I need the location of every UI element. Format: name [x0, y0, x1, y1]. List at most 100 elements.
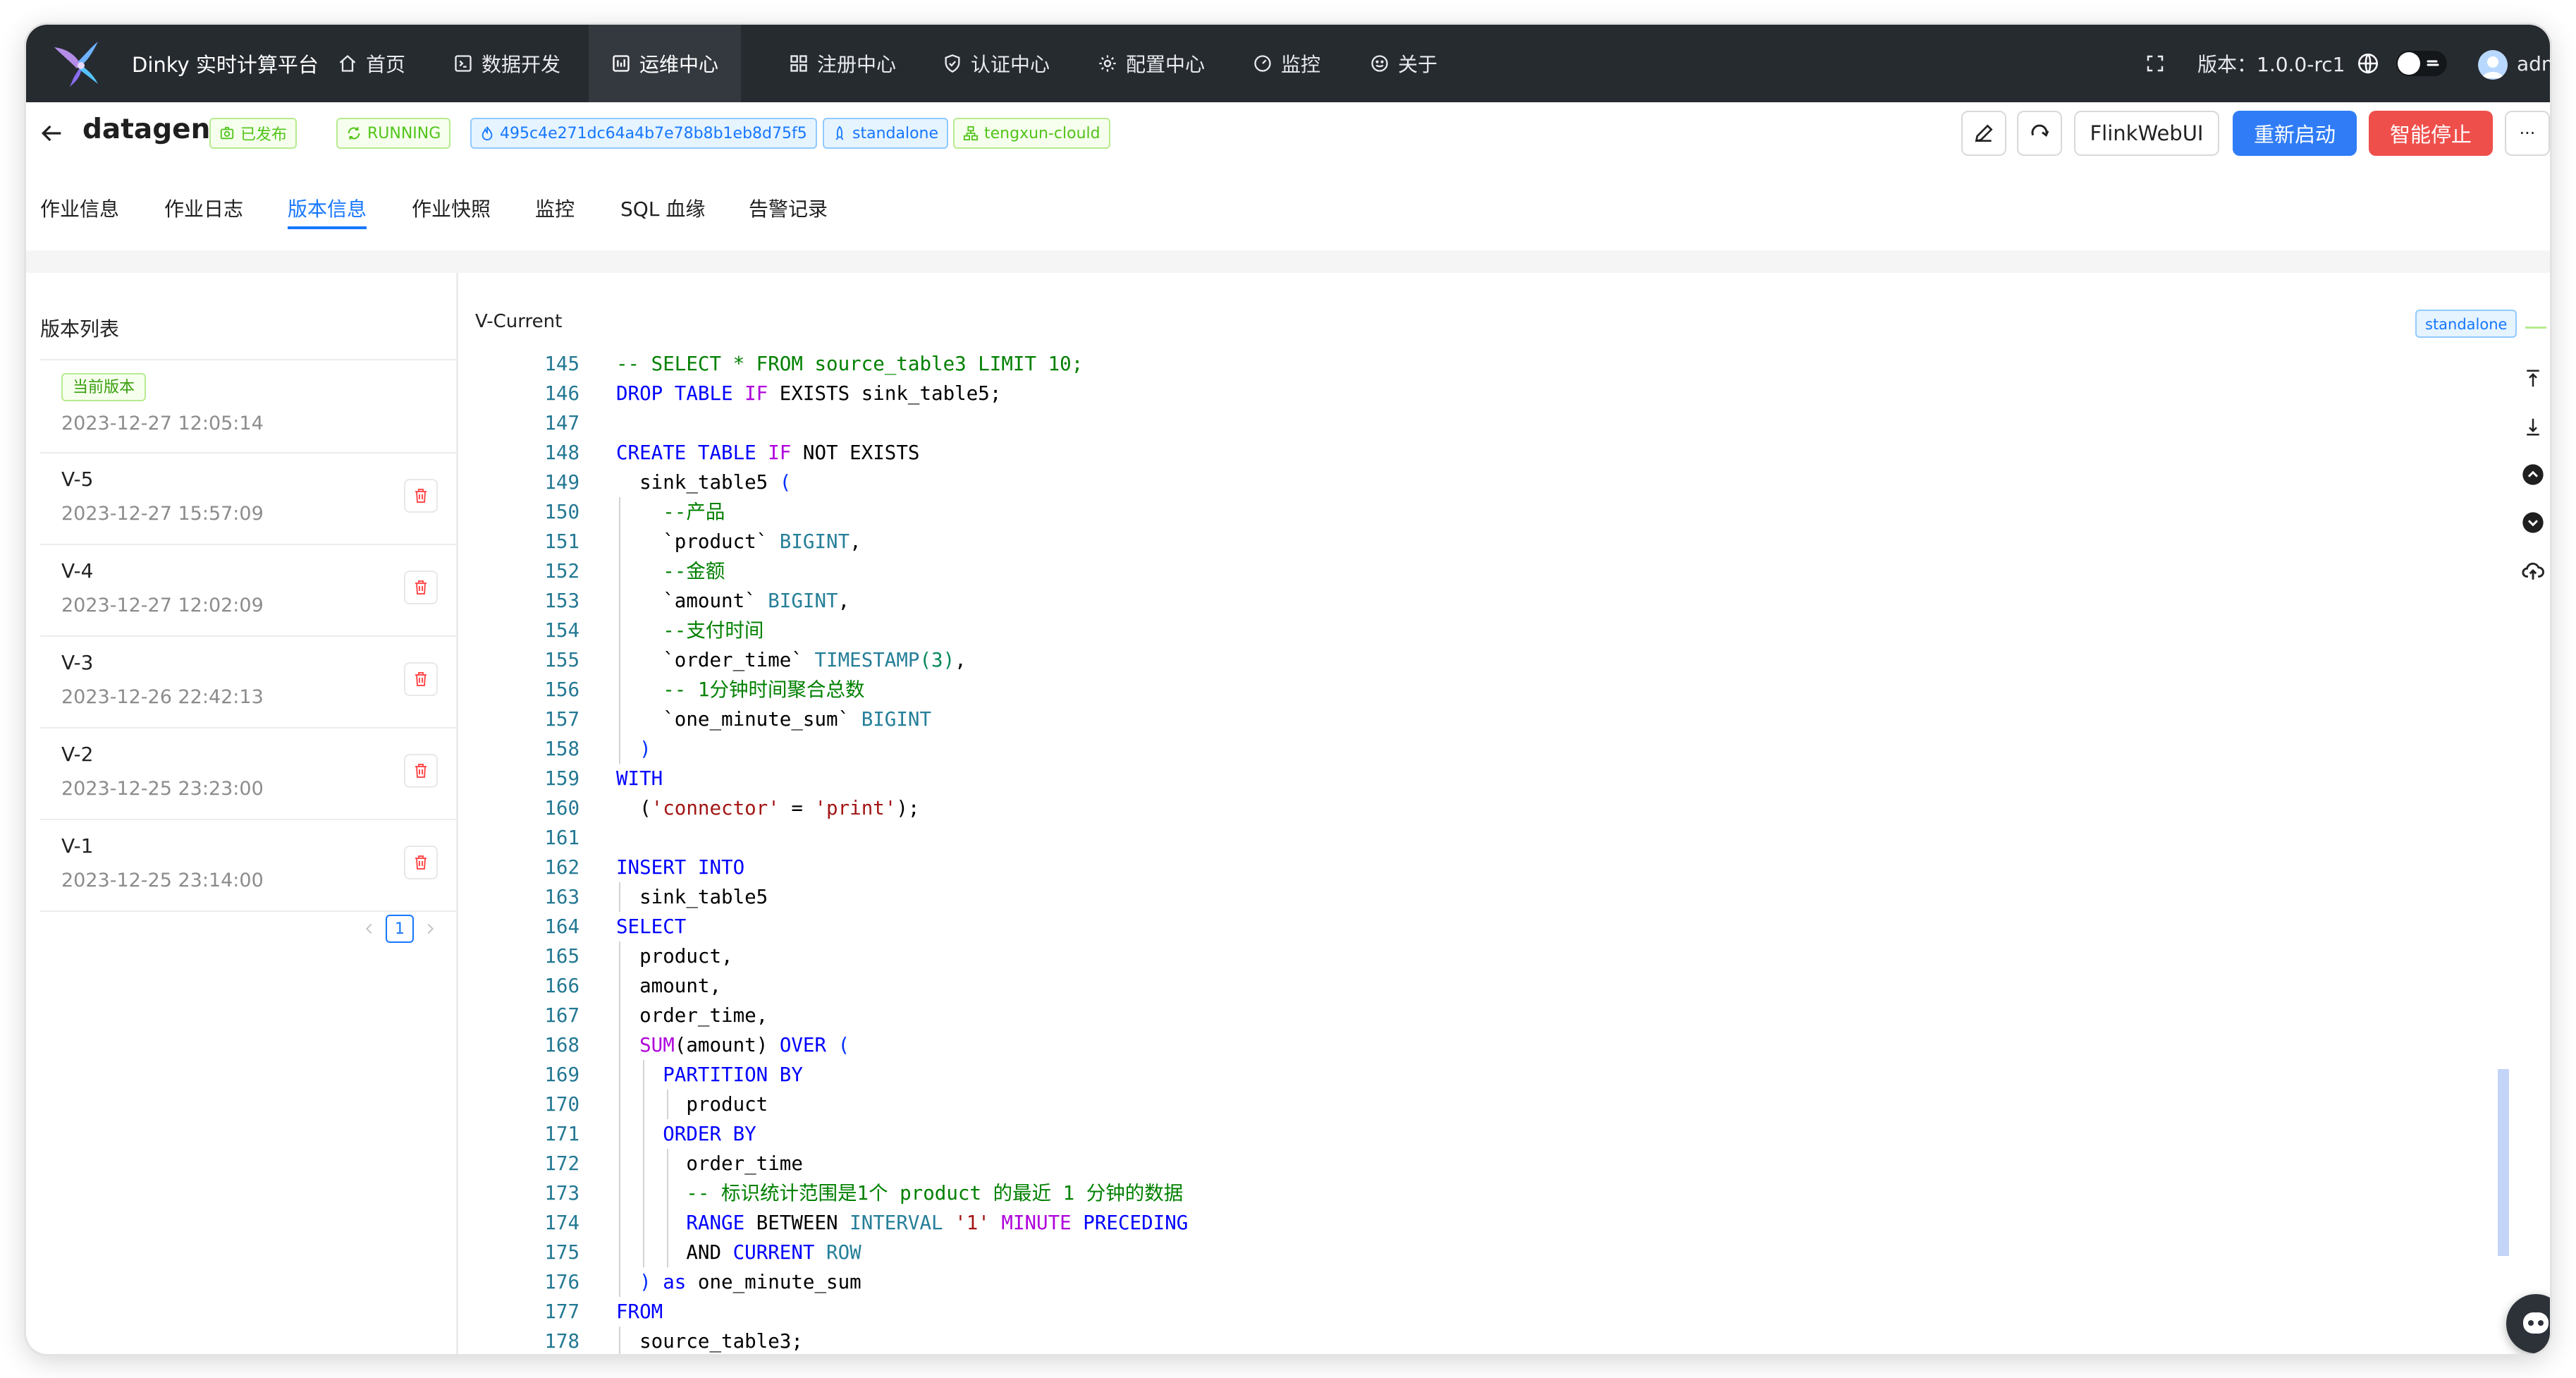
- delete-version-button[interactable]: [404, 479, 438, 513]
- refresh-button[interactable]: [2017, 111, 2062, 156]
- line-number: 158: [544, 738, 579, 760]
- version-item[interactable]: V-5 2023-12-27 15:57:09: [40, 452, 456, 545]
- line-content: ) as one_minute_sum: [616, 1267, 861, 1297]
- top-navigation-bar: Dinky 实时计算平台 首页 数据开发 运维中心 注册中心 认证中心 配置中心…: [26, 25, 2550, 102]
- code-token: --金额: [616, 560, 725, 583]
- nav-item-home[interactable]: 首页: [338, 25, 405, 102]
- code-token: (3): [919, 649, 955, 671]
- delete-version-button[interactable]: [404, 662, 438, 696]
- cloud-upload-icon: [2522, 562, 2544, 580]
- editor-scrollbar-thumb[interactable]: [2498, 1069, 2509, 1256]
- line-content: DROP TABLE IF EXISTS sink_table5;: [616, 379, 1001, 408]
- line-number: 176: [544, 1271, 579, 1293]
- version-item[interactable]: V-2 2023-12-25 23:23:00: [40, 727, 456, 820]
- code-line: 150 --产品: [475, 497, 2491, 527]
- assistant-bot-button[interactable]: [2506, 1294, 2550, 1353]
- code-token: order_time: [616, 1152, 803, 1175]
- editor-scrollbar[interactable]: [2498, 349, 2509, 1354]
- nav-item-about[interactable]: 关于: [1370, 25, 1437, 102]
- line-number: 177: [544, 1300, 579, 1323]
- restart-button[interactable]: 重新启动: [2233, 111, 2357, 156]
- code-line: 178 source_table3;: [475, 1327, 2491, 1354]
- fire-icon: [482, 126, 493, 141]
- nav-item-config-center[interactable]: 配置中心: [1098, 25, 1205, 102]
- code-editor[interactable]: 145 -- SELECT * FROM source_table3 LIMIT …: [475, 349, 2491, 1354]
- scroll-to-bottom-button[interactable]: [2520, 414, 2546, 439]
- code-line: 151 `product` BIGINT,: [475, 527, 2491, 556]
- scroll-up-button[interactable]: [2520, 462, 2546, 487]
- fullscreen-button[interactable]: [2145, 25, 2166, 102]
- code-line: 149 sink_table5 (: [475, 468, 2491, 497]
- code-token: order_time,: [616, 1004, 768, 1027]
- app-logo[interactable]: [49, 37, 104, 91]
- version-item[interactable]: V-4 2023-12-27 12:02:09: [40, 544, 456, 637]
- nav-item-auth-center[interactable]: 认证中心: [943, 25, 1050, 102]
- tab-version-info[interactable]: 版本信息: [288, 194, 367, 229]
- chevron-left-icon[interactable]: [362, 921, 377, 937]
- delete-version-button[interactable]: [404, 571, 438, 604]
- code-line: 170 product: [475, 1090, 2491, 1119]
- app-window: Dinky 实时计算平台 首页 数据开发 运维中心 注册中心 认证中心 配置中心…: [26, 25, 2550, 1354]
- code-token: `product`: [616, 530, 780, 553]
- version-title: V-Current: [475, 311, 563, 332]
- tab-sql-lineage[interactable]: SQL 血缘: [620, 194, 705, 229]
- delete-version-button[interactable]: [404, 754, 438, 788]
- line-content: SELECT: [616, 912, 686, 941]
- code-token: source_table3;: [616, 1330, 803, 1353]
- nav-label: 数据开发: [482, 53, 561, 76]
- status-badge-published: 已发布: [209, 118, 298, 149]
- delete-version-button[interactable]: [404, 846, 438, 879]
- job-id-tag[interactable]: 495c4e271dc64a4b7e78b8b1eb8d75f5: [470, 118, 817, 149]
- nav-item-data-development[interactable]: 数据开发: [453, 25, 560, 102]
- line-content: FROM: [616, 1297, 663, 1327]
- code-token: INSERT INTO: [616, 856, 745, 879]
- code-token: ,: [838, 590, 850, 612]
- line-content: -- SELECT * FROM source_table3 LIMIT 10;: [616, 349, 1083, 379]
- tab-monitor[interactable]: 监控: [535, 194, 575, 229]
- chevron-right-icon[interactable]: [422, 921, 438, 937]
- code-line: 168 SUM(amount) OVER (: [475, 1030, 2491, 1060]
- line-content: sink_table5: [616, 882, 768, 912]
- back-button[interactable]: [37, 119, 66, 147]
- flink-web-ui-button[interactable]: FlinkWebUI: [2074, 111, 2219, 156]
- smart-stop-button[interactable]: 智能停止: [2369, 111, 2493, 156]
- tab-alert-records[interactable]: 告警记录: [749, 194, 828, 229]
- nav-item-registry-center[interactable]: 注册中心: [789, 25, 896, 102]
- version-item[interactable]: V-3 2023-12-26 22:42:13: [40, 635, 456, 728]
- page-number-current[interactable]: 1: [386, 915, 414, 943]
- edit-button[interactable]: [1961, 111, 2006, 156]
- user-name[interactable]: admin: [2517, 25, 2550, 102]
- upload-button[interactable]: [2520, 558, 2546, 583]
- line-content: amount,: [616, 971, 721, 1001]
- version-item[interactable]: V-1 2023-12-25 23:14:00: [40, 819, 456, 912]
- nav-label: 配置中心: [1126, 53, 1206, 76]
- version-item-current[interactable]: 当前版本 2023-12-27 12:05:14: [40, 360, 456, 453]
- more-button[interactable]: ···: [2505, 111, 2550, 156]
- line-content: CREATE TABLE IF NOT EXISTS: [616, 438, 919, 468]
- scroll-down-button[interactable]: [2520, 510, 2546, 535]
- scroll-to-top-button[interactable]: [2520, 366, 2546, 391]
- code-line: 176 ) as one_minute_sum: [475, 1267, 2491, 1297]
- code-token: -- SELECT * FROM source_table3 LIMIT 10;: [616, 353, 1084, 375]
- code-line: 165 product,: [475, 941, 2491, 971]
- line-content: PARTITION BY: [616, 1060, 803, 1090]
- code-token: =: [779, 797, 815, 819]
- language-switch[interactable]: [2356, 25, 2380, 102]
- nav-item-monitor[interactable]: 监控: [1253, 25, 1320, 102]
- theme-toggle[interactable]: [2396, 51, 2447, 76]
- tab-job-log[interactable]: 作业日志: [164, 194, 243, 229]
- code-token: EXISTS sink_table5;: [768, 382, 1002, 405]
- nav-item-ops-center[interactable]: 运维中心: [589, 25, 742, 102]
- code-token: AND: [616, 1241, 733, 1264]
- moon-icon: [2427, 60, 2439, 66]
- tab-job-snapshot[interactable]: 作业快照: [412, 194, 491, 229]
- home-icon: [339, 54, 356, 72]
- camera-icon: [220, 126, 234, 140]
- avatar[interactable]: [2478, 50, 2508, 80]
- code-token: --支付时间: [616, 619, 764, 642]
- trash-icon: [415, 580, 427, 595]
- nav-label: 关于: [1398, 53, 1438, 76]
- tab-job-info[interactable]: 作业信息: [40, 194, 119, 229]
- gear-icon: [1099, 55, 1116, 72]
- code-token: FROM: [616, 1300, 663, 1323]
